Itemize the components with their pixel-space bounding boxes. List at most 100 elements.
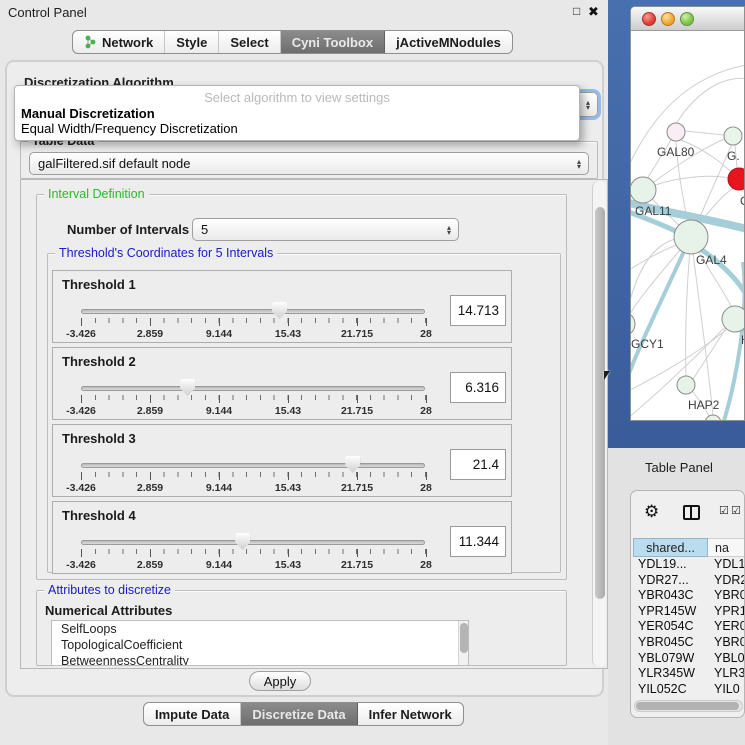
checkbox-icon[interactable]: ☑ — [719, 504, 729, 517]
network-node[interactable] — [631, 312, 635, 336]
scrollbar-thumb[interactable] — [636, 702, 739, 710]
network-node[interactable] — [705, 415, 721, 421]
tick-label: 2.859 — [137, 328, 163, 340]
tab-impute-data[interactable]: Impute Data — [144, 703, 241, 725]
tab-label: Discretize Data — [252, 707, 345, 722]
panel-title: Control Panel — [8, 5, 87, 20]
tick-label: -3.426 — [66, 482, 96, 494]
numerical-attributes-list[interactable]: SelfLoopsTopologicalCoefficientBetweenne… — [51, 620, 469, 666]
settings-scroll-panel: Interval Definition Number of Intervals … — [20, 179, 608, 669]
algorithm-dropdown-popup: Select algorithm to view settings Manual… — [14, 85, 580, 141]
numerical-attributes-label: Numerical Attributes — [45, 603, 172, 618]
node-label: G. — [727, 149, 740, 163]
table-row[interactable]: YER054CYER0 — [633, 619, 745, 635]
column-header-name[interactable]: na — [708, 538, 745, 557]
interval-definition-title: Interval Definition — [44, 187, 149, 201]
slider-ruler: -3.4262.8599.14415.4321.71528 — [81, 549, 426, 569]
slider-thumb[interactable] — [180, 379, 195, 396]
tab-discretize-data[interactable]: Discretize Data — [241, 703, 357, 725]
table-row[interactable]: YBR045CYBR0 — [633, 635, 745, 651]
tick-label: 9.144 — [206, 559, 232, 571]
close-traffic-light-icon[interactable] — [642, 12, 656, 26]
slider-thumb[interactable] — [345, 456, 360, 473]
network-window-titlebar[interactable] — [631, 7, 744, 31]
slider-track[interactable] — [81, 540, 425, 545]
slider-thumb[interactable] — [272, 302, 287, 319]
gear-icon[interactable]: ⚙ — [644, 502, 659, 522]
tab-label: jActiveMNodules — [396, 35, 501, 50]
threshold-label: Threshold 2 — [62, 354, 136, 369]
vertical-scrollbar[interactable] — [592, 181, 606, 667]
list-item[interactable]: SelfLoops — [52, 621, 468, 637]
number-of-intervals-combobox[interactable]: 5 ▴▾ — [192, 218, 459, 241]
tab-jactivemnodules[interactable]: jActiveMNodules — [385, 31, 512, 53]
slider-track[interactable] — [81, 309, 425, 314]
table-data-combobox[interactable]: galFiltered.sif default node ▴▾ — [29, 152, 589, 175]
list-item[interactable]: TopologicalCoefficient — [52, 637, 468, 653]
node-table-window: ⚙ ☑ ☑ shared... na YDL19...YDL1YDR27...Y… — [630, 490, 745, 718]
network-node[interactable] — [724, 127, 742, 145]
slider-track[interactable] — [81, 463, 425, 468]
tab-label: Infer Network — [369, 707, 452, 722]
minimize-traffic-light-icon[interactable] — [661, 12, 675, 26]
scrollbar-thumb[interactable] — [460, 623, 468, 653]
threshold-label: Threshold 4 — [62, 508, 136, 523]
float-window-icon[interactable]: □ — [573, 4, 580, 18]
zoom-traffic-light-icon[interactable] — [680, 12, 694, 26]
network-node[interactable] — [674, 220, 708, 254]
slider-ruler: -3.4262.8599.14415.4321.71528 — [81, 395, 426, 415]
table-panel-region: Table Panel ⚙ ☑ ☑ shared... na YDL19...Y… — [608, 448, 745, 745]
tab-cyni-toolbox[interactable]: Cyni Toolbox — [281, 31, 385, 53]
horizontal-scrollbar[interactable] — [634, 700, 743, 712]
slider-thumb[interactable] — [235, 533, 250, 550]
checkbox-icon[interactable]: ☑ — [731, 504, 741, 517]
list-item[interactable]: BetweennessCentrality — [52, 653, 468, 666]
tab-style[interactable]: Style — [165, 31, 219, 53]
menu-item-equal-width-frequency[interactable]: Equal Width/Frequency Discretization — [21, 121, 238, 136]
threshold-value-field[interactable]: 14.713 — [450, 295, 506, 326]
tick-label: 9.144 — [206, 405, 232, 417]
tick-label: 21.715 — [341, 405, 373, 417]
algorithm-hint-text: Select algorithm to view settings — [15, 90, 579, 105]
network-node[interactable] — [722, 306, 745, 332]
threshold-value-field[interactable]: 21.4 — [450, 449, 506, 480]
network-node[interactable] — [631, 177, 656, 203]
table-row[interactable]: YBR043CYBR0 — [633, 588, 745, 604]
network-node[interactable] — [728, 168, 745, 190]
table-row[interactable]: YBL079WYBL0 — [633, 651, 745, 667]
network-node[interactable] — [667, 123, 685, 141]
table-body[interactable]: YDL19...YDL1YDR27...YDR2YBR043CYBR0YPR14… — [633, 557, 745, 698]
scrollbar-thumb[interactable] — [595, 207, 605, 599]
threshold-value-field[interactable]: 11.344 — [450, 526, 506, 557]
slider-track[interactable] — [81, 386, 425, 391]
table-row[interactable]: YLR345WYLR3 — [633, 666, 745, 682]
tick-label: 28 — [420, 328, 432, 340]
slider-ruler: -3.4262.8599.14415.4321.71528 — [81, 472, 426, 492]
table-row[interactable]: YDL19...YDL1 — [633, 557, 745, 573]
tab-select[interactable]: Select — [219, 31, 280, 53]
column-header-shared-name[interactable]: shared... — [633, 538, 708, 557]
number-of-intervals-label: Number of Intervals — [67, 222, 189, 237]
table-data-group: Table Data galFiltered.sif default node … — [20, 141, 598, 179]
tick-label: 21.715 — [341, 559, 373, 571]
list-scrollbar[interactable] — [458, 621, 468, 665]
table-row[interactable]: YDR27...YDR2 — [633, 573, 745, 589]
node-label: H — [741, 333, 745, 347]
network-node[interactable] — [677, 376, 695, 394]
threshold-panel: Threshold 1-3.4262.8599.14415.4321.71528… — [52, 270, 512, 343]
tick-label: 9.144 — [206, 482, 232, 494]
threshold-panel: Threshold 2 -3.4262.8599.14415.4321.71528… — [52, 347, 512, 420]
tab-infer-network[interactable]: Infer Network — [358, 703, 463, 725]
table-row[interactable]: YIL052CYIL0 — [633, 682, 745, 698]
split-columns-icon[interactable] — [683, 505, 700, 520]
menu-item-manual-discretization[interactable]: Manual Discretization — [21, 106, 155, 121]
close-icon[interactable]: ✖ — [588, 4, 599, 20]
threshold-label: Threshold 1 — [62, 277, 136, 292]
node-label: C — [740, 194, 745, 208]
threshold-value-field[interactable]: 6.316 — [450, 372, 506, 403]
interval-definition-group: Interval Definition Number of Intervals … — [36, 194, 567, 580]
network-canvas[interactable]: GAL80G.CGAL11GAL4GCY1HHAP2 — [631, 32, 745, 421]
apply-button[interactable]: Apply — [249, 671, 311, 691]
table-row[interactable]: YPR145WYPR1 — [633, 604, 745, 620]
tab-network[interactable]: Network — [73, 31, 165, 53]
